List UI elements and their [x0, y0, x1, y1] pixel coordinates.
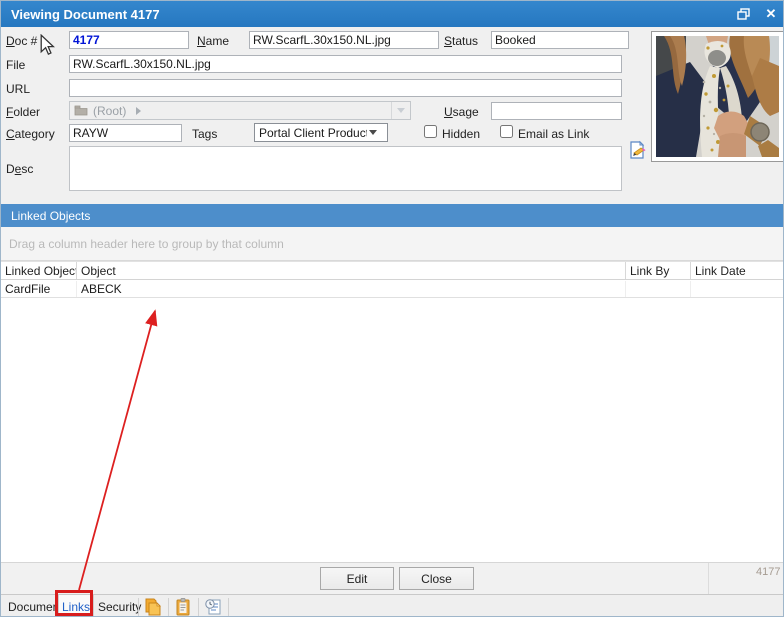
doc-number-field[interactable]	[69, 31, 189, 49]
column-header-object[interactable]: Object	[77, 262, 626, 279]
group-by-hint: Drag a column header here to group by th…	[9, 237, 284, 251]
tab-document[interactable]: Document	[5, 595, 66, 616]
button-panel: Edit Close 4177	[1, 562, 783, 595]
column-header-linked-object[interactable]: Linked Object	[1, 262, 77, 279]
clipboard-icon	[176, 598, 190, 616]
toolbar-separator	[198, 598, 199, 616]
desc-label: Desc	[6, 162, 34, 176]
toolbar-separator	[228, 598, 229, 616]
url-field[interactable]	[69, 79, 622, 97]
cell-link-date	[691, 281, 783, 297]
viewing-document-window: Viewing Document 4177 ✕ Doc # Name Statu…	[0, 0, 784, 617]
status-label: Status	[444, 34, 479, 48]
close-window-button[interactable]: ✕	[759, 1, 783, 27]
document-image-preview	[651, 31, 783, 162]
name-field[interactable]	[249, 31, 439, 49]
chevron-down-icon	[369, 130, 377, 135]
status-bar: Document Links Security	[1, 594, 783, 616]
tags-label: Tags	[192, 127, 218, 141]
group-by-panel[interactable]: Drag a column header here to group by th…	[1, 227, 783, 261]
cell-linked-object: CardFile	[1, 281, 77, 297]
tags-value: Portal Client Product Ima	[259, 125, 367, 140]
status-field[interactable]	[491, 31, 629, 49]
hidden-checkbox[interactable]	[424, 125, 437, 138]
copy-pages-button[interactable]	[143, 597, 163, 616]
document-form: Doc # Name Status File URL Folder (Root)…	[1, 27, 783, 204]
linked-objects-title: Linked Objects	[11, 208, 91, 223]
toolbar-separator	[138, 598, 139, 616]
email-as-link-label: Email as Link	[518, 127, 590, 141]
tags-dropdown[interactable]: Portal Client Product Ima	[254, 123, 388, 142]
window-title: Viewing Document 4177	[11, 6, 160, 22]
folder-dropdown-button[interactable]	[391, 102, 410, 119]
doc-number-label: Doc #	[6, 34, 38, 48]
edit-description-button[interactable]	[628, 140, 648, 163]
email-as-link-checkbox[interactable]	[500, 125, 513, 138]
cell-object: ABECK	[77, 281, 626, 297]
category-label: Category	[6, 127, 55, 141]
close-button[interactable]: Close	[399, 567, 474, 590]
restore-window-button[interactable]	[729, 1, 759, 27]
close-icon: ✕	[765, 6, 777, 21]
doc-number-footer: 4177	[756, 566, 781, 578]
folder-icon	[74, 105, 88, 116]
folder-label: Folder	[6, 105, 41, 119]
file-label: File	[6, 58, 26, 72]
usage-label: Usage	[444, 105, 479, 119]
tab-links[interactable]: Links	[58, 595, 95, 616]
desc-field[interactable]	[69, 146, 622, 191]
category-field[interactable]	[69, 124, 182, 142]
edit-note-icon	[630, 140, 646, 159]
column-header-link-date[interactable]: Link Date	[691, 262, 783, 279]
grid-header-row: Linked Object Object Link By Link Date	[1, 261, 783, 280]
tab-security[interactable]: Security	[95, 595, 144, 616]
scarf-product-photo	[656, 36, 779, 157]
linked-objects-header: Linked Objects	[1, 204, 783, 227]
file-field[interactable]	[69, 55, 622, 73]
clipboard-button[interactable]	[173, 597, 193, 616]
usage-field[interactable]	[491, 102, 622, 120]
name-label: Name	[197, 34, 230, 48]
panel-divider	[708, 563, 709, 595]
document-date-icon	[205, 599, 221, 615]
linked-objects-grid: Drag a column header here to group by th…	[1, 227, 783, 562]
toolbar-separator	[168, 598, 169, 616]
title-bar: Viewing Document 4177 ✕	[1, 1, 783, 27]
url-label: URL	[6, 82, 31, 96]
table-row[interactable]: CardFile ABECK	[1, 281, 783, 298]
folder-value: (Root)	[93, 103, 127, 118]
folder-combobox[interactable]: (Root)	[69, 101, 411, 120]
document-date-button[interactable]	[203, 597, 223, 616]
hidden-label: Hidden	[442, 127, 481, 141]
cell-link-by	[626, 281, 691, 297]
column-header-link-by[interactable]: Link By	[626, 262, 691, 279]
restore-icon	[737, 8, 750, 20]
copy-pages-icon	[145, 598, 161, 616]
edit-button[interactable]: Edit	[320, 567, 394, 590]
folder-expand-icon	[136, 106, 142, 115]
chevron-down-icon	[397, 108, 405, 113]
